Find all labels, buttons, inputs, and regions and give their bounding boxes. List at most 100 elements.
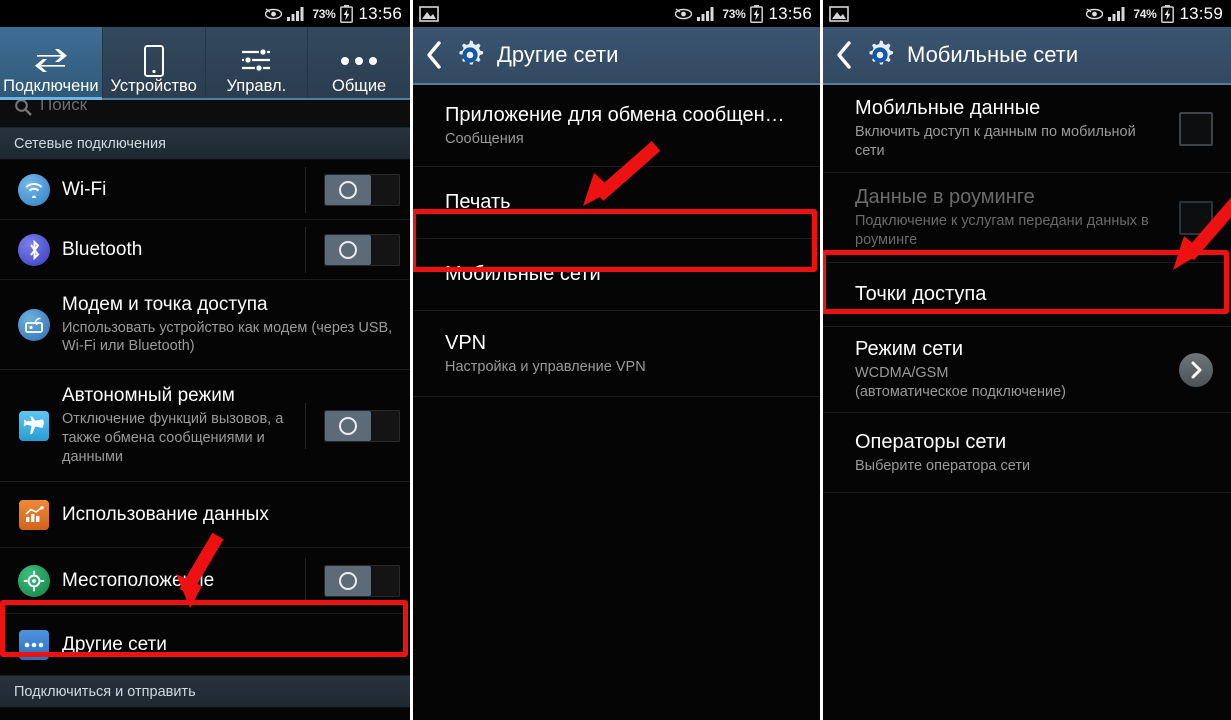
other-networks-icon xyxy=(12,629,56,660)
list-item-mobile-networks[interactable]: Мобильные сети xyxy=(413,239,820,311)
list-item-tethering[interactable]: Модем и точка доступа Использовать устро… xyxy=(0,280,410,370)
tab-connections[interactable]: Подключени xyxy=(0,27,103,100)
list-item-title: Печать xyxy=(445,191,511,213)
list-item-control[interactable] xyxy=(316,564,400,597)
list-item-text: Мобильные данные Включить доступ к данны… xyxy=(835,88,1171,169)
list-item-network-operators[interactable]: Операторы сети Выберите оператора сети xyxy=(823,413,1231,493)
page-title: Мобильные сети xyxy=(907,42,1079,67)
list-item-network-mode[interactable]: Режим сети WCDMA/GSM (автоматическое под… xyxy=(823,327,1231,413)
screenshot-collage: 73% 13:56 Подключени Устройство Управл. … xyxy=(0,0,1231,720)
tab-general[interactable]: Общие xyxy=(308,27,410,98)
list-item-airplane-mode[interactable]: Автономный режим Отключение функций вызо… xyxy=(0,370,410,482)
tab-label: Подключени xyxy=(3,76,99,95)
status-bar-left xyxy=(829,5,849,22)
data-roaming-checkbox[interactable] xyxy=(1179,200,1213,235)
list-item-print[interactable]: Печать xyxy=(413,167,820,239)
divider xyxy=(305,226,306,273)
bluetooth-toggle[interactable] xyxy=(324,233,400,266)
list-item-access-points[interactable]: Точки доступа xyxy=(823,263,1231,327)
airplane-mode-toggle[interactable] xyxy=(324,409,400,442)
list-item-text: Операторы сети Выберите оператора сети xyxy=(835,422,1221,484)
list-item-control[interactable] xyxy=(1171,200,1221,235)
list-item-text: Другие сети xyxy=(56,625,400,665)
list-item-wifi[interactable]: Wi-Fi xyxy=(0,160,410,220)
list-item-text: Bluetooth xyxy=(56,230,305,270)
tab-device[interactable]: Устройство xyxy=(103,27,206,98)
list-item-title: Другие сети xyxy=(62,633,167,655)
list-item-text: Автономный режим Отключение функций вызо… xyxy=(56,376,305,474)
list-item-subtitle: Сообщения xyxy=(445,130,524,147)
search-input[interactable]: Поиск xyxy=(0,100,410,128)
tab-label: Управл. xyxy=(226,76,287,95)
settings-tab-bar[interactable]: Подключени Устройство Управл. Общие xyxy=(0,27,410,100)
phone-screen-other-networks: 73% 13:56 Другие сети Приложение для обм… xyxy=(413,0,820,720)
divider xyxy=(305,402,306,449)
list-item-location[interactable]: Местоположение xyxy=(0,548,410,614)
status-bar-right: 74% 13:59 xyxy=(1086,4,1223,24)
divider xyxy=(305,166,306,213)
status-bar: 73% 13:56 xyxy=(0,0,410,27)
status-bar: 74% 13:59 xyxy=(823,0,1231,27)
signal-bars-icon xyxy=(287,6,307,21)
battery-charging-icon xyxy=(340,4,354,23)
mobile-data-checkbox[interactable] xyxy=(1179,111,1213,146)
battery-charging-icon xyxy=(1161,4,1175,23)
connections-arrows-icon xyxy=(33,45,69,77)
status-bar-clock: 13:59 xyxy=(1179,3,1223,23)
signal-bars-icon xyxy=(697,6,717,21)
list-item-title: VPN xyxy=(445,331,487,354)
list-item-text: NFC xyxy=(56,709,400,720)
status-bar-right: 73% 13:56 xyxy=(675,4,812,24)
location-toggle[interactable] xyxy=(324,564,400,597)
settings-gear-icon xyxy=(863,38,897,72)
list-item-title: Автономный режим xyxy=(62,385,235,407)
list-item-subtitle: WCDMA/GSM (автоматическое подключение) xyxy=(855,365,1067,400)
list-item-text: Wi-Fi xyxy=(56,170,305,210)
list-item-text: Местоположение xyxy=(56,561,305,601)
screenshot-image-icon xyxy=(829,5,849,22)
bluetooth-icon xyxy=(12,233,56,266)
tab-label: Общие xyxy=(331,76,387,95)
back-chevron-icon[interactable] xyxy=(425,40,443,70)
list-item-bluetooth[interactable]: Bluetooth xyxy=(0,220,410,280)
chevron-right-icon[interactable] xyxy=(1179,352,1213,387)
list-item-data-roaming[interactable]: Данные в роуминге Подключение к услугам … xyxy=(823,173,1231,263)
action-bar: Другие сети xyxy=(413,27,820,85)
list-item-title: Данные в роуминге xyxy=(855,186,1035,209)
list-item-data-usage[interactable]: Использование данных xyxy=(0,482,410,548)
list-item-text: Печать xyxy=(425,182,810,223)
list-item-subtitle: Настройка и управление VPN xyxy=(445,358,646,375)
list-item-text: Режим сети WCDMA/GSM (автоматическое под… xyxy=(835,329,1171,410)
battery-percent: 74% xyxy=(1133,6,1157,21)
list-item-control[interactable] xyxy=(316,173,400,206)
list-item-text: Данные в роуминге Подключение к услугам … xyxy=(835,177,1171,258)
list-item-subtitle: Подключение к услугам передани данных в … xyxy=(855,213,1149,248)
list-item-control[interactable] xyxy=(1171,352,1221,387)
location-icon xyxy=(12,564,56,597)
search-icon xyxy=(14,100,32,116)
list-item-other-networks[interactable]: Другие сети xyxy=(0,614,410,676)
airplane-icon xyxy=(12,410,56,441)
list-item-nfc[interactable]: NFC xyxy=(0,708,410,720)
list-item-control[interactable] xyxy=(1171,111,1221,146)
list-item-control[interactable] xyxy=(316,233,400,266)
battery-percent: 73% xyxy=(722,6,746,21)
list-item-messaging-app[interactable]: Приложение для обмена сообщен… Сообщения xyxy=(413,85,820,167)
section-header-network: Сетевые подключения xyxy=(0,128,410,160)
page-title: Другие сети xyxy=(497,42,619,67)
back-chevron-icon[interactable] xyxy=(835,40,853,70)
list-item-vpn[interactable]: VPN Настройка и управление VPN xyxy=(413,311,820,397)
list-item-control[interactable] xyxy=(316,409,400,442)
tab-controls[interactable]: Управл. xyxy=(206,27,309,98)
eye-icon xyxy=(265,7,283,20)
list-item-title: Bluetooth xyxy=(62,238,143,260)
list-item-text: Использование данных xyxy=(56,495,400,535)
list-item-mobile-data[interactable]: Мобильные данные Включить доступ к данны… xyxy=(823,85,1231,173)
list-item-text: Точки доступа xyxy=(835,274,1221,315)
list-item-subtitle: Включить доступ к данным по мобильной се… xyxy=(855,124,1136,159)
status-bar-clock: 13:56 xyxy=(358,3,402,23)
divider xyxy=(305,557,306,604)
wifi-toggle[interactable] xyxy=(324,173,400,206)
status-bar-right: 73% 13:56 xyxy=(265,4,402,24)
list-item-title: Приложение для обмена сообщен… xyxy=(445,103,785,126)
